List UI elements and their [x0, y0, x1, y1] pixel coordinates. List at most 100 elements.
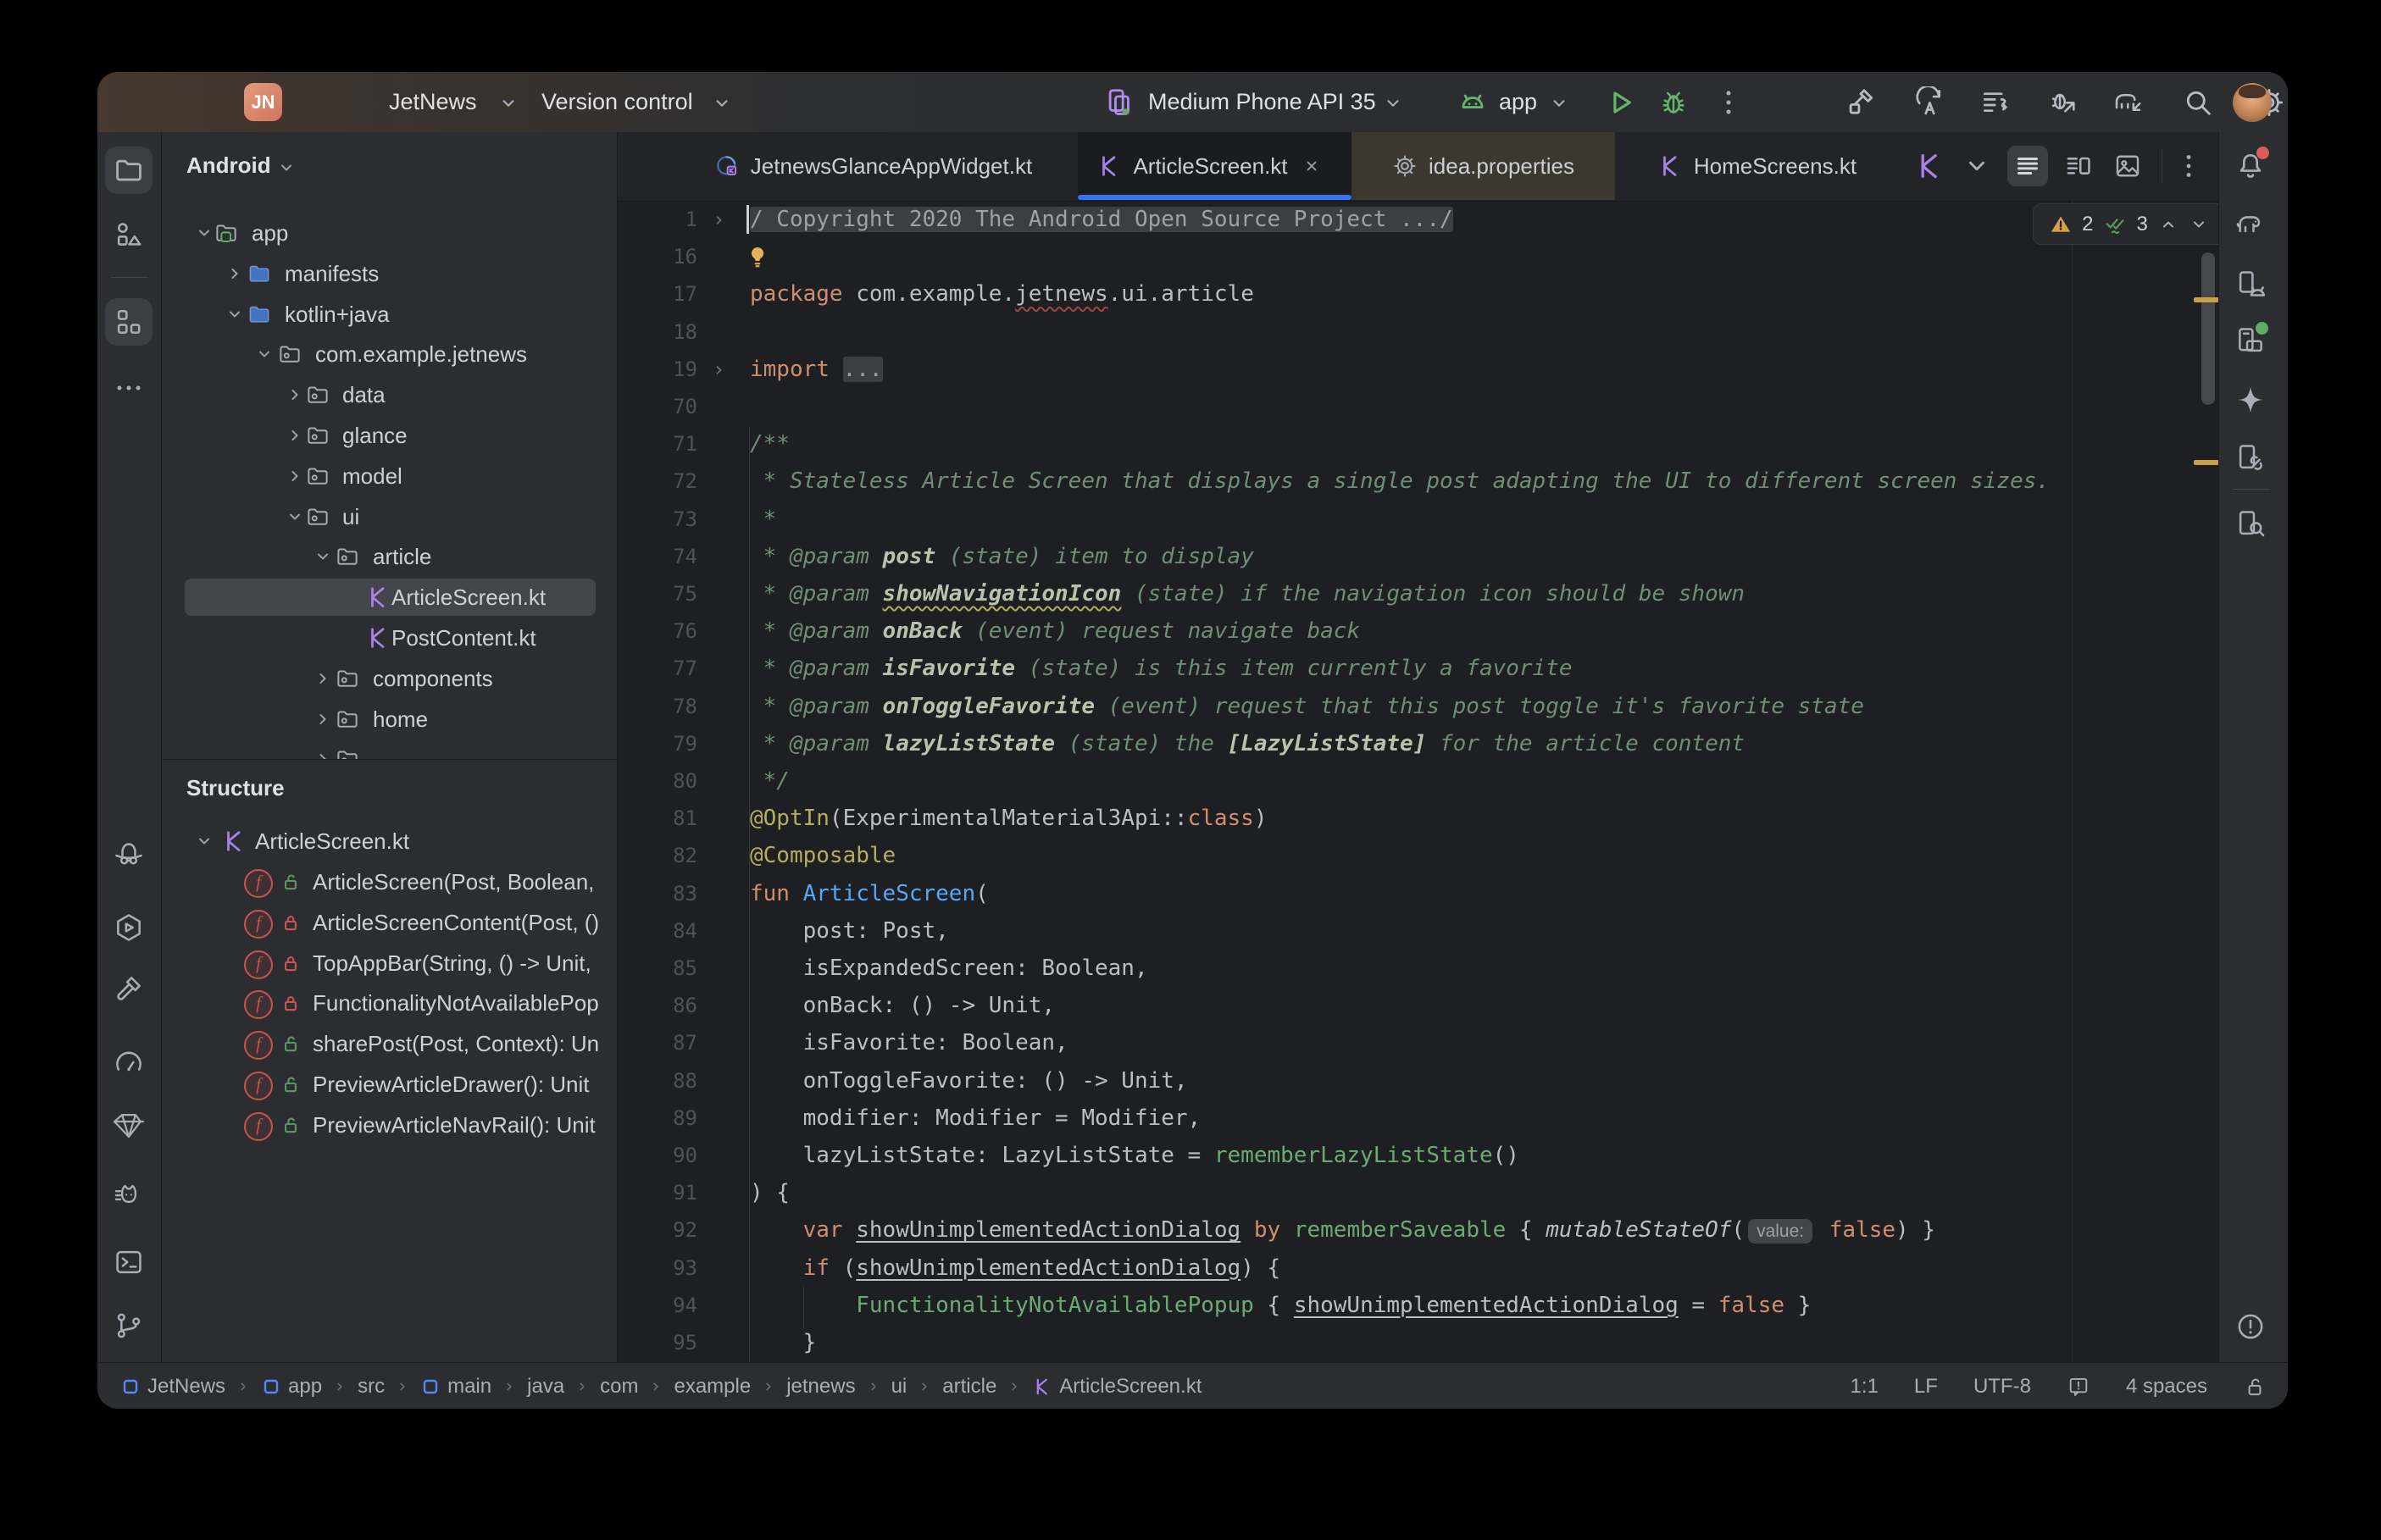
code-line[interactable]: 18: [618, 313, 2211, 351]
tab-options-menu[interactable]: [2173, 151, 2204, 181]
code-line[interactable]: 17package com.example.jetnews.ui.article: [618, 275, 2211, 313]
gradle-tool-button[interactable]: [2227, 201, 2274, 248]
gemini-tool-button[interactable]: [2227, 376, 2274, 424]
tree-chevron-icon[interactable]: [285, 466, 305, 486]
user-avatar[interactable]: [2233, 83, 2272, 122]
code-line[interactable]: 1›/ Copyright 2020 The Android Open Sour…: [618, 201, 2211, 238]
code-editor[interactable]: 1›/ Copyright 2020 The Android Open Sour…: [618, 201, 2218, 1362]
code-line[interactable]: 16: [618, 238, 2211, 275]
code-line[interactable]: 78 * @param onToggleFavorite (event) req…: [618, 688, 2211, 725]
code-line[interactable]: 19›import ...: [618, 351, 2211, 388]
breadcrumb-item-app[interactable]: app: [261, 1375, 322, 1399]
project-selector[interactable]: JetNews: [389, 72, 477, 132]
code-line[interactable]: 90 lazyListState: LazyListState = rememb…: [618, 1137, 2211, 1174]
tree-chevron-icon[interactable]: [194, 831, 214, 851]
tree-item-com-example-jetnews[interactable]: com.example.jetnews: [162, 335, 617, 373]
structure-item[interactable]: fFunctionalityNotAvailablePop: [162, 984, 617, 1022]
profiler-tool-button[interactable]: [105, 1038, 153, 1085]
notifications-button[interactable]: [2227, 142, 2274, 190]
editor-tab-jetnewsglanceappwidget-kt[interactable]: JetnewsGlanceAppWidget.kt: [669, 132, 1078, 200]
tree-item-home[interactable]: home: [162, 701, 617, 738]
code-line[interactable]: 80 */: [618, 762, 2211, 800]
code-line[interactable]: 73 *: [618, 501, 2211, 538]
tree-chevron-icon[interactable]: [313, 546, 333, 567]
fold-marker-icon[interactable]: ›: [713, 351, 735, 388]
tree-chevron-icon[interactable]: [313, 749, 333, 759]
breadcrumb-item-jetnews[interactable]: jetnews: [786, 1375, 855, 1399]
tree-chevron-icon[interactable]: [313, 709, 333, 729]
problems-button[interactable]: [2227, 1303, 2274, 1350]
more-run-options-button[interactable]: [1712, 86, 1745, 119]
prev-problem-button[interactable]: [2158, 214, 2178, 235]
breadcrumb-item-main[interactable]: main: [420, 1375, 491, 1399]
view-code-toggle[interactable]: [2007, 146, 2048, 186]
structure-item[interactable]: fArticleScreen(Post, Boolean,: [162, 863, 617, 900]
hidden-tabs-dropdown[interactable]: [1962, 151, 1992, 181]
code-line[interactable]: 74 * @param post (state) item to display: [618, 538, 2211, 575]
attach-debugger-button-icon[interactable]: [2047, 86, 2079, 119]
vcs-menu[interactable]: Version control: [541, 72, 693, 132]
breadcrumb-item-example[interactable]: example: [674, 1375, 751, 1399]
code-line[interactable]: 94 FunctionalityNotAvailablePopup { show…: [618, 1287, 2211, 1324]
build-tool-button[interactable]: [105, 965, 153, 1012]
logcat-tool-button[interactable]: [105, 1172, 153, 1220]
code-line[interactable]: 77 * @param isFavorite (state) is this i…: [618, 650, 2211, 687]
breadcrumb-item-src[interactable]: src: [358, 1375, 385, 1399]
tree-chevron-icon[interactable]: [225, 304, 245, 324]
hidden-tabs-kotlin-icon[interactable]: [1914, 151, 1945, 181]
code-line[interactable]: 86 onBack: () -> Unit,: [618, 987, 2211, 1024]
breadcrumb-item-ui[interactable]: ui: [891, 1375, 907, 1399]
device-explorer-tool-button[interactable]: [2227, 500, 2274, 547]
tree-item-manifests[interactable]: manifests: [162, 255, 617, 292]
tree-item-kotlin-java[interactable]: kotlin+java: [162, 296, 617, 333]
breadcrumb-item-articlescreen-kt[interactable]: ArticleScreen.kt: [1032, 1375, 1202, 1399]
code-line[interactable]: 82@Composable: [618, 837, 2211, 874]
structure-item[interactable]: fTopAppBar(String, () -> Unit,: [162, 944, 617, 982]
code-line[interactable]: 85 isExpandedScreen: Boolean,: [618, 950, 2211, 987]
profiler-actions-button-icon[interactable]: [1979, 86, 2012, 119]
code-line[interactable]: 89 modifier: Modifier = Modifier,: [618, 1100, 2211, 1137]
structure-tool-button[interactable]: [105, 298, 153, 346]
tree-item-glance[interactable]: glance: [162, 417, 617, 454]
debug-button[interactable]: [1657, 86, 1690, 119]
resource-manager-tool-button[interactable]: [105, 211, 153, 258]
tree-chevron-icon[interactable]: [254, 344, 275, 364]
tree-item-data[interactable]: data: [162, 376, 617, 413]
editor-tab-articlescreen-kt[interactable]: ArticleScreen.kt: [1078, 132, 1351, 200]
code-line[interactable]: 76 * @param onBack (event) request navig…: [618, 612, 2211, 650]
inspections-summary-widget[interactable]: 2 3: [2033, 203, 2218, 245]
search-everywhere-button-icon[interactable]: [2182, 86, 2214, 119]
code-line[interactable]: 81@OptIn(ExperimentalMaterial3Api::class…: [618, 800, 2211, 837]
device-manager-tool-button[interactable]: [2227, 260, 2274, 307]
tree-item-app[interactable]: app: [162, 214, 617, 252]
code-line[interactable]: 75 * @param showNavigationIcon (state) i…: [618, 575, 2211, 612]
project-tool-button[interactable]: [105, 147, 153, 194]
gem-tool-button[interactable]: [105, 1101, 153, 1149]
next-problem-button[interactable]: [2189, 214, 2209, 235]
tree-chevron-icon[interactable]: [285, 425, 305, 446]
structure-item[interactable]: fPreviewArticleNavRail(): Unit: [162, 1106, 617, 1144]
structure-item[interactable]: fArticleScreenContent(Post, (): [162, 904, 617, 941]
code-line[interactable]: 72 * Stateless Article Screen that displ…: [618, 463, 2211, 500]
app-insights-tool-button[interactable]: [105, 904, 153, 951]
editor-tab-idea-properties[interactable]: idea.properties: [1351, 132, 1615, 200]
structure-item[interactable]: fPreviewArticleDrawer(): Unit: [162, 1066, 617, 1103]
tree-item[interactable]: [162, 740, 617, 759]
scrollbar-warning-mark[interactable]: [2194, 297, 2218, 302]
run-config-selector[interactable]: app: [1499, 72, 1537, 132]
intention-bulb-icon[interactable]: [745, 243, 770, 270]
file-encoding[interactable]: UTF-8: [1973, 1375, 2031, 1399]
fold-marker-icon[interactable]: ›: [713, 201, 735, 238]
indent-style[interactable]: 4 spaces: [2126, 1375, 2207, 1399]
close-tab-icon[interactable]: [1302, 156, 1322, 176]
device-mirroring-tool-button[interactable]: [2227, 434, 2274, 481]
file-writable-toggle[interactable]: [2243, 1375, 2267, 1399]
tree-item-components[interactable]: components: [162, 660, 617, 697]
scrollbar-warning-mark[interactable]: [2194, 460, 2218, 465]
code-line[interactable]: 88 onToggleFavorite: () -> Unit,: [618, 1062, 2211, 1100]
device-selector[interactable]: Medium Phone API 35: [1148, 72, 1376, 132]
gradle-sync-button-icon[interactable]: [2112, 86, 2144, 119]
code-line[interactable]: 91) {: [618, 1174, 2211, 1211]
project-view-selector[interactable]: Android: [186, 152, 271, 179]
caret-position[interactable]: 1:1: [1851, 1375, 1879, 1399]
